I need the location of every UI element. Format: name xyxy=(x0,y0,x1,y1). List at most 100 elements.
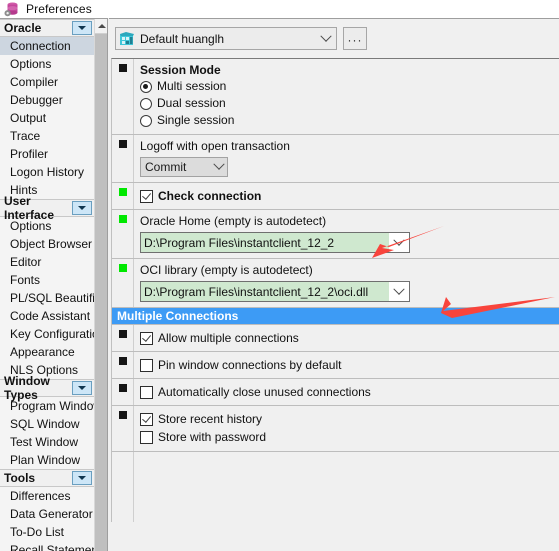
options-list: Session Mode Multi session Dual session … xyxy=(111,58,559,522)
checkbox-icon xyxy=(140,430,153,444)
option-row-auto-close-connections: Automatically close unused connections xyxy=(112,379,559,406)
sidebar-item-appearance[interactable]: Appearance xyxy=(0,343,95,361)
checkbox-label: Store recent history xyxy=(158,411,263,426)
option-marker-icon xyxy=(118,140,127,148)
row-marker-gutter xyxy=(112,379,134,405)
oci-library-value[interactable]: D:\Program Files\instantclient_12_2\oci.… xyxy=(141,282,389,301)
sidebar-item-compiler[interactable]: Compiler xyxy=(0,73,95,91)
row-marker-gutter xyxy=(112,210,134,258)
sidebar-group-label: Window Types xyxy=(4,374,50,402)
preference-set-icon xyxy=(119,31,135,47)
chevron-down-icon[interactable] xyxy=(211,158,227,176)
radio-multi-session[interactable]: Multi session xyxy=(140,78,559,95)
checkbox-allow-multiple-connections[interactable]: Allow multiple connections xyxy=(140,329,559,347)
checkbox-auto-close-connections[interactable]: Automatically close unused connections xyxy=(140,383,559,401)
sidebar-group-header-window-types[interactable]: Window Types xyxy=(0,374,95,402)
preferences-window: Preferences Oracle Connection Options Compi… xyxy=(0,0,559,551)
radio-label: Multi session xyxy=(157,79,227,93)
sidebar-item-code-assistant[interactable]: Code Assistant xyxy=(0,307,95,325)
checkbox-check-connection[interactable]: Check connection xyxy=(140,187,559,205)
row-marker-gutter xyxy=(112,325,134,351)
oci-library-label: OCI library (empty is autodetect) xyxy=(140,263,313,277)
sidebar-item-output[interactable]: Output xyxy=(0,109,95,127)
option-row-empty-filler xyxy=(112,452,559,522)
radio-icon xyxy=(140,80,152,93)
preference-set-combobox[interactable]: Default huanglh xyxy=(115,27,337,50)
sidebar-item-test-window[interactable]: Test Window xyxy=(0,433,95,451)
sidebar-item-recall-statement[interactable]: Recall Statement xyxy=(0,541,95,551)
checkbox-label: Check connection xyxy=(158,188,262,203)
checkbox-store-recent-history[interactable]: Store recent history xyxy=(140,410,559,428)
title-bar: Preferences xyxy=(0,0,559,18)
radio-icon xyxy=(140,97,152,110)
sidebar-item-pl-sql-beautifier[interactable]: PL/SQL Beautifier xyxy=(0,289,95,307)
sidebar-group-label: Tools xyxy=(4,471,36,485)
sidebar-group-toggle-button[interactable] xyxy=(72,381,92,395)
sidebar-item-plan-window[interactable]: Plan Window xyxy=(0,451,95,469)
sidebar-item-trace[interactable]: Trace xyxy=(0,127,95,145)
radio-label: Dual session xyxy=(157,96,226,110)
logoff-action-combobox[interactable]: Commit xyxy=(140,157,228,177)
option-row-pin-window-connections: Pin window connections by default xyxy=(112,352,559,379)
option-row-session-mode: Session Mode Multi session Dual session … xyxy=(112,59,559,135)
option-marker-icon xyxy=(118,411,127,419)
chevron-down-icon[interactable] xyxy=(389,282,409,301)
chevron-down-icon xyxy=(78,26,86,30)
chevron-down-icon xyxy=(78,386,86,390)
checkbox-pin-window-connections[interactable]: Pin window connections by default xyxy=(140,356,559,374)
sidebar-group-toggle-button[interactable] xyxy=(72,21,92,35)
checkbox-icon xyxy=(140,385,153,399)
sidebar-item-profiler[interactable]: Profiler xyxy=(0,145,95,163)
sidebar-item-options[interactable]: Options xyxy=(0,55,95,73)
sidebar-item-fonts[interactable]: Fonts xyxy=(0,271,95,289)
window-title: Preferences xyxy=(26,2,92,16)
chevron-down-icon[interactable] xyxy=(389,233,409,252)
checkbox-label: Automatically close unused connections xyxy=(158,384,371,399)
sidebar-group-header-oracle[interactable]: Oracle xyxy=(0,19,95,37)
sidebar-item-object-browser[interactable]: Object Browser xyxy=(0,235,95,253)
option-marker-icon xyxy=(118,64,127,72)
sidebar-item-editor[interactable]: Editor xyxy=(0,253,95,271)
chevron-down-icon xyxy=(78,206,86,210)
sidebar-scrollbar[interactable] xyxy=(94,19,107,551)
sidebar-item-logon-history[interactable]: Logon History xyxy=(0,163,95,181)
option-marker-icon xyxy=(118,330,127,338)
option-row-allow-multiple-connections: Allow multiple connections xyxy=(112,325,559,352)
checkbox-icon xyxy=(140,412,153,426)
chevron-down-icon[interactable] xyxy=(318,28,334,49)
sidebar-group-toggle-button[interactable] xyxy=(72,471,92,485)
radio-single-session[interactable]: Single session xyxy=(140,112,559,129)
sidebar-group-label: User Interface xyxy=(4,194,55,222)
sidebar-group-header-tools[interactable]: Tools xyxy=(0,469,95,487)
checkbox-icon xyxy=(140,331,153,345)
main-panel: Default huanglh ··· Session Mode Multi s… xyxy=(109,18,559,551)
checkbox-label: Allow multiple connections xyxy=(158,330,299,345)
oracle-home-value[interactable]: D:\Program Files\instantclient_12_2 xyxy=(141,233,389,252)
sidebar-group-toggle-button[interactable] xyxy=(72,201,92,215)
option-row-check-connection: Check connection xyxy=(112,183,559,210)
oci-library-combobox[interactable]: D:\Program Files\instantclient_12_2\oci.… xyxy=(140,281,410,302)
sidebar-item-connection[interactable]: Connection xyxy=(0,37,95,55)
logoff-label: Logoff with open transaction xyxy=(140,139,290,153)
sidebar-item-sql-window[interactable]: SQL Window xyxy=(0,415,95,433)
sidebar-item-to-do-list[interactable]: To-Do List xyxy=(0,523,95,541)
caret-up-icon xyxy=(97,24,106,28)
row-marker-gutter xyxy=(112,352,134,378)
preference-set-more-button[interactable]: ··· xyxy=(343,27,367,50)
option-marker-icon xyxy=(118,384,127,392)
option-marker-icon xyxy=(118,357,127,365)
radio-dual-session[interactable]: Dual session xyxy=(140,95,559,112)
sidebar-item-key-configuration[interactable]: Key Configuration xyxy=(0,325,95,343)
row-marker-gutter xyxy=(112,135,134,182)
sidebar-group-header-user-interface[interactable]: User Interface xyxy=(0,194,95,222)
checkbox-label: Pin window connections by default xyxy=(158,357,342,372)
checkbox-store-with-password[interactable]: Store with password xyxy=(140,428,559,446)
profile-bar: Default huanglh ··· xyxy=(109,19,559,58)
logoff-action-value: Commit xyxy=(145,160,187,174)
database-gear-icon xyxy=(4,1,20,17)
sidebar-item-data-generator[interactable]: Data Generator xyxy=(0,505,95,523)
sidebar-item-debugger[interactable]: Debugger xyxy=(0,91,95,109)
sidebar-item-differences[interactable]: Differences xyxy=(0,487,95,505)
oracle-home-combobox[interactable]: D:\Program Files\instantclient_12_2 xyxy=(140,232,410,253)
scrollbar-up-button[interactable] xyxy=(95,19,107,34)
